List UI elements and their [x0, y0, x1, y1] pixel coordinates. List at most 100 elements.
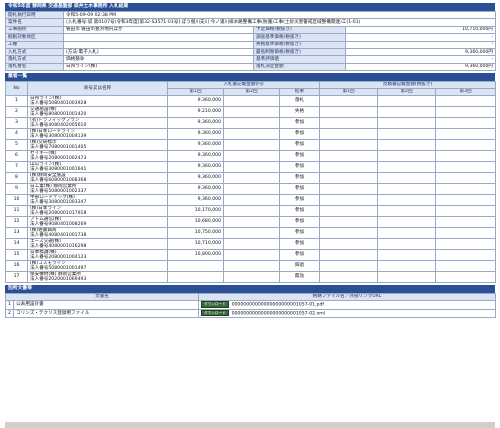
- info-right-label: 調査基準価格(税抜き): [253, 33, 346, 42]
- estimate-round3: [435, 161, 497, 174]
- estimate-round2: [377, 128, 437, 141]
- col-no-header: No: [5, 81, 28, 97]
- info-value: (入札番号:袋 第0107号)令和3年度[第32-S3571-01号] ぼう僧川…: [62, 18, 497, 27]
- bidder-no: 5: [5, 139, 28, 152]
- bidder-name-cell: セイキー(株) 法人番号2080001002473: [27, 150, 168, 163]
- estimate-round1-header: 第1回: [319, 88, 379, 97]
- estimate-round2: [377, 238, 437, 251]
- estimate-round2: [377, 106, 437, 119]
- bid-round1-amount: 10,800,000: [167, 249, 224, 262]
- estimate-round1: [319, 249, 379, 262]
- bid-round2-amount: [223, 227, 280, 240]
- bidder-name-cell: (株)交研標示 法人番号7080001001405: [27, 139, 168, 152]
- bidder-row: 13 (株)佐藤興商 法人番号4080401001738 10,750,000 参加: [5, 227, 497, 240]
- attachment-no: 1: [5, 300, 14, 310]
- info-value: 日邦ライン(株): [63, 62, 254, 72]
- bidder-row: 15 日本標識(株) 法人番号2080001004123 10,800,000 参加: [5, 249, 497, 262]
- bid-round2-amount: [223, 106, 280, 119]
- attachment-file-link[interactable]: 00000000000000000000001057-01.pdf: [232, 303, 324, 308]
- bidder-row: 3 (有)トラフィックプラン 法人番号4080402005610 9,360,000 参…: [5, 117, 497, 130]
- bidder-row: 8 (株)静岡安全施設 法人番号6080001008368 9,360,000 参加: [5, 172, 497, 185]
- bidder-result: 落札: [278, 95, 321, 108]
- info-right-label: 基準評価値: [253, 55, 346, 64]
- info-right-value: -: [344, 33, 497, 42]
- bid-round1-amount: [167, 271, 224, 284]
- info-row: 掘削対象地区 調査基準価格(税抜き) -: [5, 33, 497, 42]
- col-file-header: 格納ファイル名／外部リンクURL: [198, 293, 497, 302]
- info-right-value: -: [344, 40, 497, 49]
- estimate-round3: [435, 238, 497, 251]
- estimate-round1: [319, 139, 379, 152]
- bidder-corp-number: 法人番号3080001004139: [30, 134, 87, 140]
- bidder-corp-number: 法人番号2080001017918: [30, 211, 87, 217]
- bidder-corp-number: 法人番号9080401008269: [30, 222, 87, 228]
- estimate-round3: [435, 271, 497, 284]
- attachment-name: 公表用設計書: [12, 300, 200, 310]
- bid-round2-amount: [223, 205, 280, 218]
- bidder-no: 9: [5, 183, 28, 196]
- attachment-file-link[interactable]: 00000000000000000000001057-02.xml: [232, 312, 325, 317]
- estimate-round1: [319, 172, 379, 185]
- bidder-result: 失格: [278, 106, 321, 119]
- bidder-corp-number: 法人番号2080001004123: [30, 255, 87, 261]
- estimate-round2: [377, 205, 437, 218]
- bidder-no: 13: [5, 227, 28, 240]
- bid-round1-amount: 9,360,000: [167, 183, 224, 196]
- bidder-name-cell: 日本標識(株) 法人番号2080001004123: [27, 249, 168, 262]
- info-row: 入札方式 (方法:電子入札) 最低制限価格(税抜き) 9,360,000円: [5, 47, 497, 57]
- result-header: 結果: [278, 88, 321, 97]
- bid-round1-amount: 9,360,000: [167, 172, 224, 185]
- estimate-round1: [319, 106, 379, 119]
- bid-round1-amount: 10,710,000: [167, 238, 224, 251]
- info-row: 開札執行日時 令和5-09-09 02:38 PM: [5, 10, 497, 20]
- bidder-row: 14 エース交通(株) 法人番号4080001016298 10,710,000 参加: [5, 238, 497, 251]
- bidder-result: 参加: [278, 139, 321, 152]
- estimate-round3: [435, 194, 497, 207]
- bid-round2-amount: [223, 161, 280, 174]
- page: 令和5年度 静岡県 交通基盤部 袋井土木事務所 入札結果 開札執行日時 令和5-0…: [4, 3, 497, 319]
- bid-round1-amount: 9,210,000: [167, 106, 224, 119]
- bidder-no: 3: [5, 117, 28, 130]
- estimate-round1: [319, 161, 379, 174]
- bid-round2-amount: [223, 238, 280, 251]
- bidder-row: 10 中部ロードテック(株) 法人番号3080001003347 9,360,000 参…: [5, 194, 497, 207]
- bidder-name-cell: 山公ライン(株) 法人番号3080001001641: [27, 161, 168, 174]
- bid-round2-amount: [223, 139, 280, 152]
- bidder-name-cell: 日邦ライン(株) 法人番号5080401003928: [27, 95, 168, 108]
- attachment-no: 2: [5, 308, 14, 319]
- bidders-section-title: 業者一覧: [5, 73, 495, 82]
- bidder-result: 参加: [278, 161, 321, 174]
- bidder-result: 参加: [278, 183, 321, 196]
- bidder-row: 16 (株)コスモライン 法人番号5080001001497 辞退: [5, 260, 497, 273]
- bid-round2-amount: [223, 260, 280, 273]
- estimate-round3: [435, 216, 497, 229]
- estimate-round3: [435, 227, 497, 240]
- estimate-round3: [435, 139, 497, 152]
- bidder-result: 無効: [278, 271, 321, 284]
- estimate-round1: [319, 216, 379, 229]
- info-right-value: 9,360,000円: [344, 47, 497, 57]
- bidder-result: 参加: [278, 227, 321, 240]
- page-title: 令和5年度 静岡県 交通基盤部 袋井土木事務所 入札結果: [5, 3, 495, 11]
- bidder-no: 7: [5, 161, 28, 174]
- download-button[interactable]: ダウンロード: [201, 310, 229, 317]
- bid-round2-header: 第2回: [223, 88, 280, 97]
- bidder-no: 6: [5, 150, 28, 163]
- estimate-round2: [377, 194, 437, 207]
- estimate-round2: [377, 260, 437, 273]
- bid-round2-amount: [223, 117, 280, 130]
- info-right-label: 失格基準価格(税抜き): [253, 40, 346, 49]
- bid-round2-amount: [223, 216, 280, 229]
- estimate-round2: [377, 249, 437, 262]
- estimate-round3: [435, 260, 497, 273]
- bidder-result: 参加: [278, 194, 321, 207]
- bidder-name-cell: エース交通(株) 法人番号4080001016298: [27, 238, 168, 251]
- attachment-file-cell: ダウンロード 00000000000000000000001057-01.pdf: [198, 300, 497, 310]
- download-button[interactable]: ダウンロード: [201, 301, 229, 308]
- bid-round2-amount: [223, 249, 280, 262]
- bidder-row: 11 (株)日本ライン 法人番号2080001017918 10,170,000 参加: [5, 205, 497, 218]
- bid-round1-amount: 9,360,000: [167, 161, 224, 174]
- bidder-name-cell: 保安機材(株) 静岡営業所 法人番号2020001069493: [27, 271, 168, 284]
- estimate-round2: [377, 95, 437, 108]
- bidder-row: 1 日邦ライン(株) 法人番号5080401003928 9,360,000 落札: [5, 95, 497, 108]
